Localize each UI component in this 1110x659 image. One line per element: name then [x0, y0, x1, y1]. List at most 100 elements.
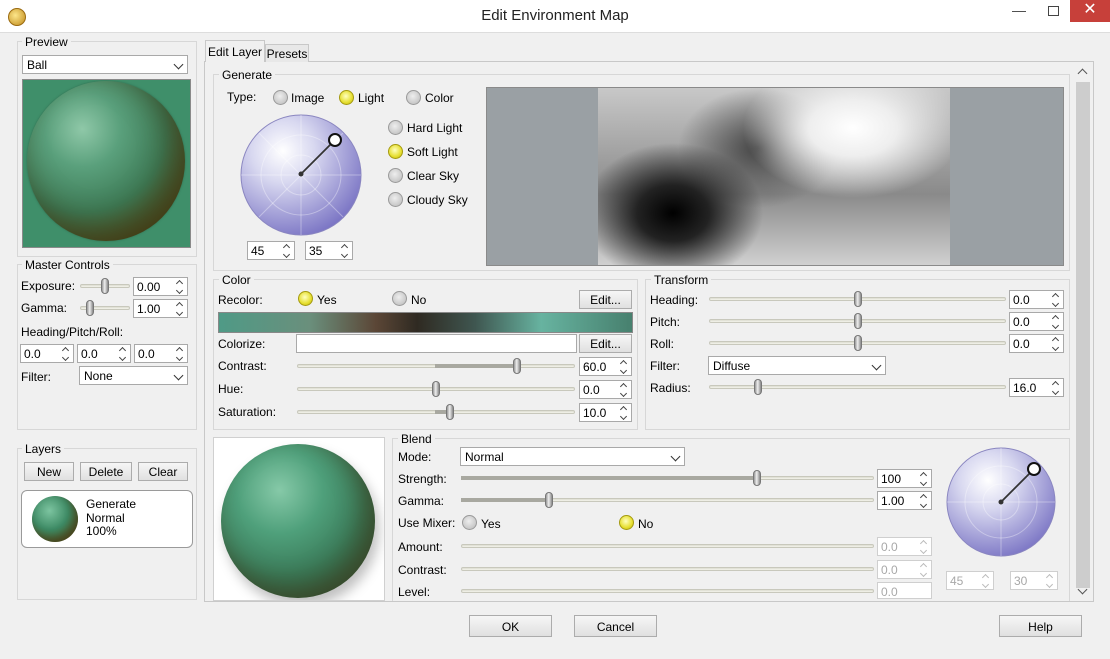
t-pitch-input[interactable]: 0.0 [1009, 312, 1064, 331]
saturation-input[interactable]: 10.0 [579, 403, 632, 422]
spinner-icon[interactable] [61, 346, 71, 361]
recolor-gradient[interactable] [218, 312, 633, 333]
contrast-input[interactable]: 60.0 [579, 357, 632, 376]
delete-layer-button[interactable]: Delete [80, 462, 132, 481]
t-roll-slider-thumb[interactable] [854, 335, 862, 351]
preset-clear-sky-radio[interactable] [388, 168, 403, 183]
spinner-icon[interactable] [175, 346, 185, 361]
level-input[interactable]: 0.0 [877, 582, 932, 599]
saturation-slider-thumb[interactable] [446, 404, 454, 420]
spinner-icon[interactable] [1045, 573, 1055, 588]
gamma-input[interactable]: 1.00 [133, 299, 188, 318]
spinner-icon[interactable] [619, 405, 629, 420]
preset-soft-light-label: Soft Light [407, 145, 458, 159]
level-slider-track[interactable] [461, 589, 874, 593]
spinner-icon[interactable] [919, 493, 929, 508]
pitch-input[interactable]: 0.0 [77, 344, 131, 363]
blend-direction-dial[interactable] [945, 446, 1057, 558]
t-heading-label: Heading: [650, 293, 699, 307]
scrollbar-thumb[interactable] [1076, 82, 1090, 588]
spinner-icon[interactable] [919, 539, 929, 554]
contrast-slider-thumb[interactable] [513, 358, 521, 374]
help-button[interactable]: Help [999, 615, 1082, 637]
hue-slider-thumb[interactable] [432, 381, 440, 397]
blend-contrast-slider-track[interactable] [461, 567, 874, 571]
light-direction-dial[interactable] [239, 113, 363, 237]
amount-slider-track[interactable] [461, 544, 874, 548]
heading-input[interactable]: 0.0 [20, 344, 74, 363]
tab-edit-layer[interactable]: Edit Layer [205, 40, 265, 62]
chevron-down-icon [173, 370, 184, 381]
recolor-edit-button[interactable]: Edit... [579, 290, 632, 309]
blend-contrast-input[interactable]: 0.0 [877, 560, 932, 579]
type-light-radio[interactable] [339, 90, 354, 105]
spinner-icon[interactable] [981, 573, 991, 588]
t-roll-input[interactable]: 0.0 [1009, 334, 1064, 353]
t-heading-input[interactable]: 0.0 [1009, 290, 1064, 309]
radius-input[interactable]: 16.0 [1009, 378, 1064, 397]
minimize-button[interactable]: — [1002, 0, 1036, 22]
strength-input[interactable]: 100 [877, 469, 932, 488]
blend-mode-select[interactable]: Normal [460, 447, 685, 466]
light-elevation-input[interactable]: 35 [305, 241, 353, 260]
maximize-button[interactable] [1036, 0, 1070, 22]
t-filter-select[interactable]: Diffuse [708, 356, 886, 375]
gamma-slider-thumb[interactable] [86, 300, 94, 316]
level-label: Level: [398, 585, 431, 599]
recolor-yes-radio[interactable] [298, 291, 313, 306]
spinner-icon[interactable] [175, 301, 185, 316]
spinner-icon[interactable] [919, 562, 929, 577]
colorize-swatch[interactable] [296, 334, 577, 353]
preset-hard-light-radio[interactable] [388, 120, 403, 135]
t-heading-slider-thumb[interactable] [854, 291, 862, 307]
environment-map-preview [486, 87, 1064, 266]
recolor-no-label: No [411, 293, 427, 307]
blend-elevation-input[interactable]: 30 [1010, 571, 1058, 590]
scroll-up-icon[interactable] [1077, 68, 1088, 79]
mixer-yes-radio[interactable] [462, 515, 477, 530]
radius-slider-thumb[interactable] [754, 379, 762, 395]
light-azimuth-input[interactable]: 45 [247, 241, 295, 260]
blend-gamma-slider-thumb[interactable] [545, 492, 553, 508]
filter-select[interactable]: None [79, 366, 188, 385]
spinner-icon[interactable] [1051, 314, 1061, 329]
blend-azimuth-input[interactable]: 45 [946, 571, 994, 590]
recolor-no-radio[interactable] [392, 291, 407, 306]
cancel-button[interactable]: Cancel [574, 615, 657, 637]
preview-mode-select[interactable]: Ball [22, 55, 188, 74]
blend-gamma-input[interactable]: 1.00 [877, 491, 932, 510]
radius-label: Radius: [650, 381, 691, 395]
exposure-slider-thumb[interactable] [101, 278, 109, 294]
spinner-icon[interactable] [919, 471, 929, 486]
colorize-edit-button[interactable]: Edit... [579, 334, 632, 353]
t-pitch-slider-thumb[interactable] [854, 313, 862, 329]
spinner-icon[interactable] [1051, 292, 1061, 307]
spinner-icon[interactable] [118, 346, 128, 361]
ok-button[interactable]: OK [469, 615, 552, 637]
tab-presets[interactable]: Presets [265, 44, 309, 62]
roll-input[interactable]: 0.0 [134, 344, 188, 363]
spinner-icon[interactable] [1051, 336, 1061, 351]
clear-layers-button[interactable]: Clear [138, 462, 188, 481]
spinner-icon[interactable] [1051, 380, 1061, 395]
mixer-no-radio[interactable] [619, 515, 634, 530]
spinner-icon[interactable] [619, 382, 629, 397]
type-image-radio[interactable] [273, 90, 288, 105]
strength-slider-thumb[interactable] [753, 470, 761, 486]
preset-cloudy-sky-radio[interactable] [388, 192, 403, 207]
mixer-yes-label: Yes [481, 517, 501, 531]
close-button[interactable]: ✕ [1070, 0, 1110, 22]
scrollbar[interactable] [1075, 64, 1091, 599]
exposure-input[interactable]: 0.00 [133, 277, 188, 296]
blend-gamma-label: Gamma: [398, 494, 445, 508]
spinner-icon[interactable] [175, 279, 185, 294]
hue-input[interactable]: 0.0 [579, 380, 632, 399]
amount-input[interactable]: 0.0 [877, 537, 932, 556]
preset-soft-light-radio[interactable] [388, 144, 403, 159]
spinner-icon[interactable] [282, 243, 292, 258]
spinner-icon[interactable] [340, 243, 350, 258]
spinner-icon[interactable] [619, 359, 629, 374]
layer-item[interactable]: Generate Normal 100% [21, 490, 193, 548]
type-color-radio[interactable] [406, 90, 421, 105]
new-layer-button[interactable]: New [24, 462, 74, 481]
